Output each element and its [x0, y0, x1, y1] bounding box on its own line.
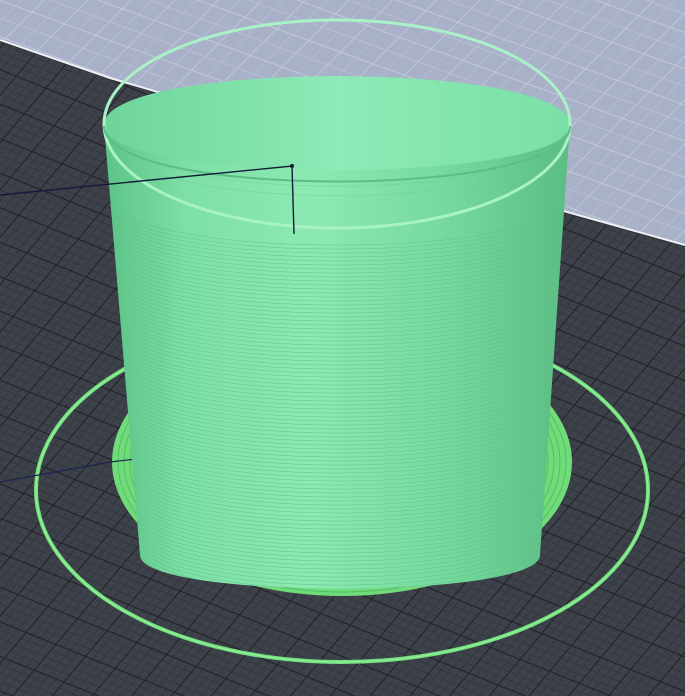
print-object-icon[interactable]: [102, 18, 572, 645]
print-object-inner-wall: [104, 76, 570, 170]
travel-path-node: [290, 164, 294, 168]
3d-print-preview-viewport[interactable]: [0, 0, 685, 696]
